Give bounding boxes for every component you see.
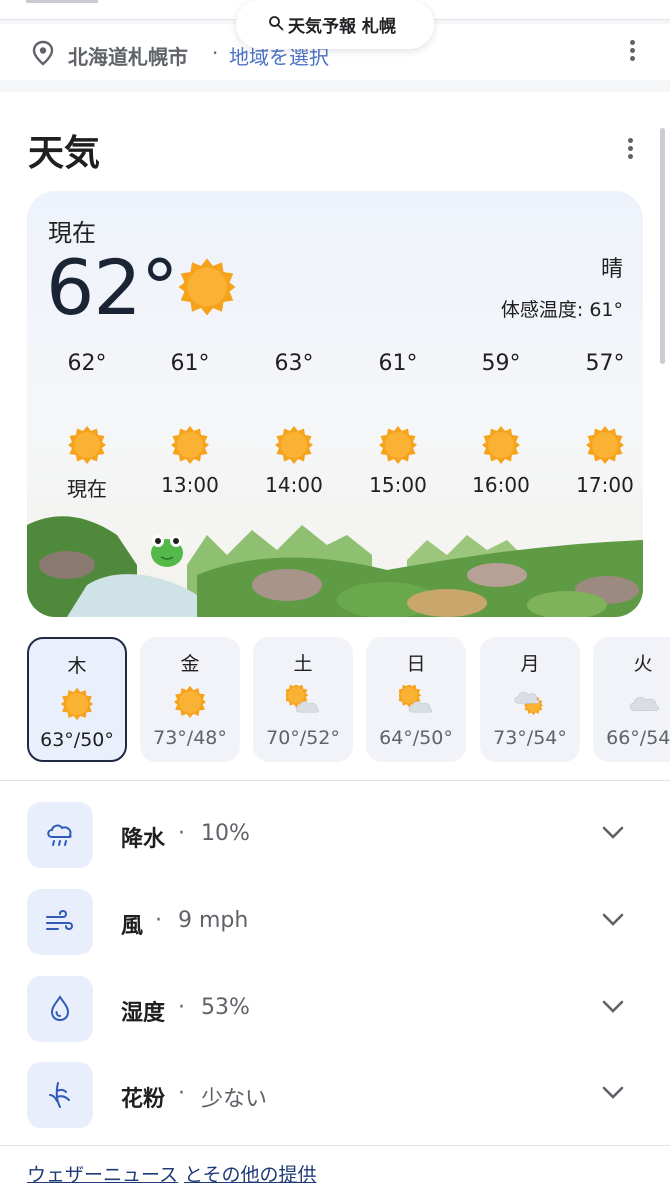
detail-value: 53% — [201, 995, 250, 1020]
hourly-temp: 62° — [67, 351, 107, 376]
sun-icon — [60, 687, 94, 721]
detail-separator: · — [155, 908, 162, 933]
daily-forecast-item[interactable]: 土 70°/52° — [253, 637, 353, 762]
sun-icon — [482, 426, 520, 464]
hourly-time: 現在 — [67, 477, 107, 501]
condition-text: 晴 — [600, 257, 623, 282]
hourly-forecast-item[interactable]: 61° 13:00 — [140, 351, 240, 497]
sun-icon — [173, 685, 207, 719]
icon-tile — [27, 1062, 93, 1128]
chevron-down-icon[interactable] — [602, 826, 624, 840]
detail-label: 花粉 — [121, 1087, 166, 1112]
location-separator: · — [212, 41, 219, 65]
detail-separator: · — [178, 821, 185, 846]
weather-title: 天気 — [28, 133, 101, 174]
day-temps: 64°/50° — [379, 727, 453, 749]
hourly-forecast-item[interactable]: 63° 14:00 — [244, 351, 344, 497]
day-temps: 63°/50° — [40, 729, 114, 751]
hourly-time: 14:00 — [265, 473, 323, 497]
detail-label: 風 — [121, 914, 144, 939]
day-name: 木 — [67, 655, 87, 677]
detail-value: 10% — [201, 821, 250, 846]
daily-forecast-item[interactable]: 金 73°/48° — [140, 637, 240, 762]
day-name: 火 — [633, 653, 653, 675]
cloud-icon — [629, 696, 659, 711]
hourly-forecast-item[interactable]: 61° 15:00 — [348, 351, 448, 497]
day-temps: 70°/52° — [266, 727, 340, 749]
pollen-icon — [49, 1082, 70, 1108]
current-temperature: 62° — [46, 243, 179, 332]
attribution: ウェザーニュース とその他の提供 — [27, 1160, 317, 1187]
frog-mascot — [151, 535, 183, 567]
scrollbar[interactable] — [660, 128, 665, 364]
sun-icon — [171, 426, 209, 464]
location-more-icon[interactable] — [630, 40, 636, 64]
day-name: 土 — [293, 653, 313, 675]
location-name: 北海道札幌市 — [68, 45, 188, 69]
hourly-temp: 57° — [585, 351, 625, 376]
hourly-forecast-item[interactable]: 59° 16:00 — [451, 351, 551, 497]
hourly-temp: 61° — [170, 351, 210, 376]
hourly-time: 16:00 — [472, 473, 530, 497]
pollen-row[interactable]: 花粉 · 少ない — [0, 1060, 670, 1130]
daily-forecast-item-selected[interactable]: 木 63°/50° — [27, 637, 127, 762]
detail-separator: · — [178, 995, 185, 1020]
water-drop-icon — [50, 995, 70, 1022]
daily-forecast-item[interactable]: 日 64°/50° — [366, 637, 466, 762]
chevron-down-icon[interactable] — [602, 1000, 624, 1014]
location-pin-icon — [32, 40, 54, 66]
chevron-down-icon[interactable] — [602, 1086, 624, 1100]
hourly-forecast-item[interactable]: 57° 17:00 — [555, 351, 643, 497]
hourly-temp: 59° — [481, 351, 521, 376]
daily-forecast-item[interactable]: 火 66°/54° — [593, 637, 670, 762]
sun-icon — [68, 426, 106, 464]
day-name: 月 — [520, 653, 540, 675]
wind-icon — [46, 909, 73, 931]
chevron-down-icon[interactable] — [602, 913, 624, 927]
cloud-sun-icon — [514, 691, 544, 716]
detail-separator: · — [178, 1081, 185, 1106]
day-temps: 66°/54° — [606, 727, 670, 749]
feels-like-text: 体感温度: 61° — [500, 299, 623, 321]
search-pill[interactable]: 天気予報 札幌 — [236, 0, 434, 49]
current-weather-card: 現在 62° 晴 体感温度: 61° 62° 現在 61° 13:00 63° … — [27, 191, 643, 617]
section-divider — [0, 780, 670, 781]
detail-value: 少ない — [201, 1087, 268, 1112]
hourly-time: 13:00 — [161, 473, 219, 497]
wind-row[interactable]: 風 · 9 mph — [0, 887, 670, 957]
rain-cloud-icon — [47, 824, 72, 846]
search-icon — [269, 16, 284, 31]
weather-more-icon[interactable] — [628, 138, 634, 162]
detail-label: 降水 — [121, 827, 166, 852]
section-divider — [0, 1145, 670, 1146]
sun-icon — [178, 258, 236, 316]
hourly-temp: 61° — [378, 351, 418, 376]
detail-value: 9 mph — [178, 908, 249, 933]
hourly-temp: 63° — [274, 351, 314, 376]
landscape-illustration — [27, 516, 643, 617]
daily-forecast-item[interactable]: 月 73°/54° — [480, 637, 580, 762]
sun-icon — [275, 426, 313, 464]
hourly-time: 17:00 — [576, 473, 634, 497]
day-name: 金 — [180, 653, 200, 675]
weathernews-link[interactable]: ウェザーニュース — [27, 1164, 178, 1186]
sun-icon — [379, 426, 417, 464]
humidity-row[interactable]: 湿度 · 53% — [0, 974, 670, 1044]
sun-cloud-icon — [399, 685, 433, 713]
icon-tile — [27, 889, 93, 955]
detail-label: 湿度 — [121, 1001, 166, 1026]
other-providers-link[interactable]: とその他の提供 — [184, 1164, 316, 1186]
day-temps: 73°/48° — [153, 727, 227, 749]
search-query: 天気予報 札幌 — [288, 17, 396, 37]
day-name: 日 — [406, 653, 426, 675]
icon-tile — [27, 802, 93, 868]
hourly-time: 15:00 — [369, 473, 427, 497]
drag-handle — [26, 0, 98, 3]
precipitation-row[interactable]: 降水 · 10% — [0, 800, 670, 870]
hourly-forecast-item[interactable]: 62° 現在 — [37, 351, 137, 502]
day-temps: 73°/54° — [493, 727, 567, 749]
sun-icon — [586, 426, 624, 464]
icon-tile — [27, 976, 93, 1042]
sun-cloud-icon — [286, 685, 320, 713]
